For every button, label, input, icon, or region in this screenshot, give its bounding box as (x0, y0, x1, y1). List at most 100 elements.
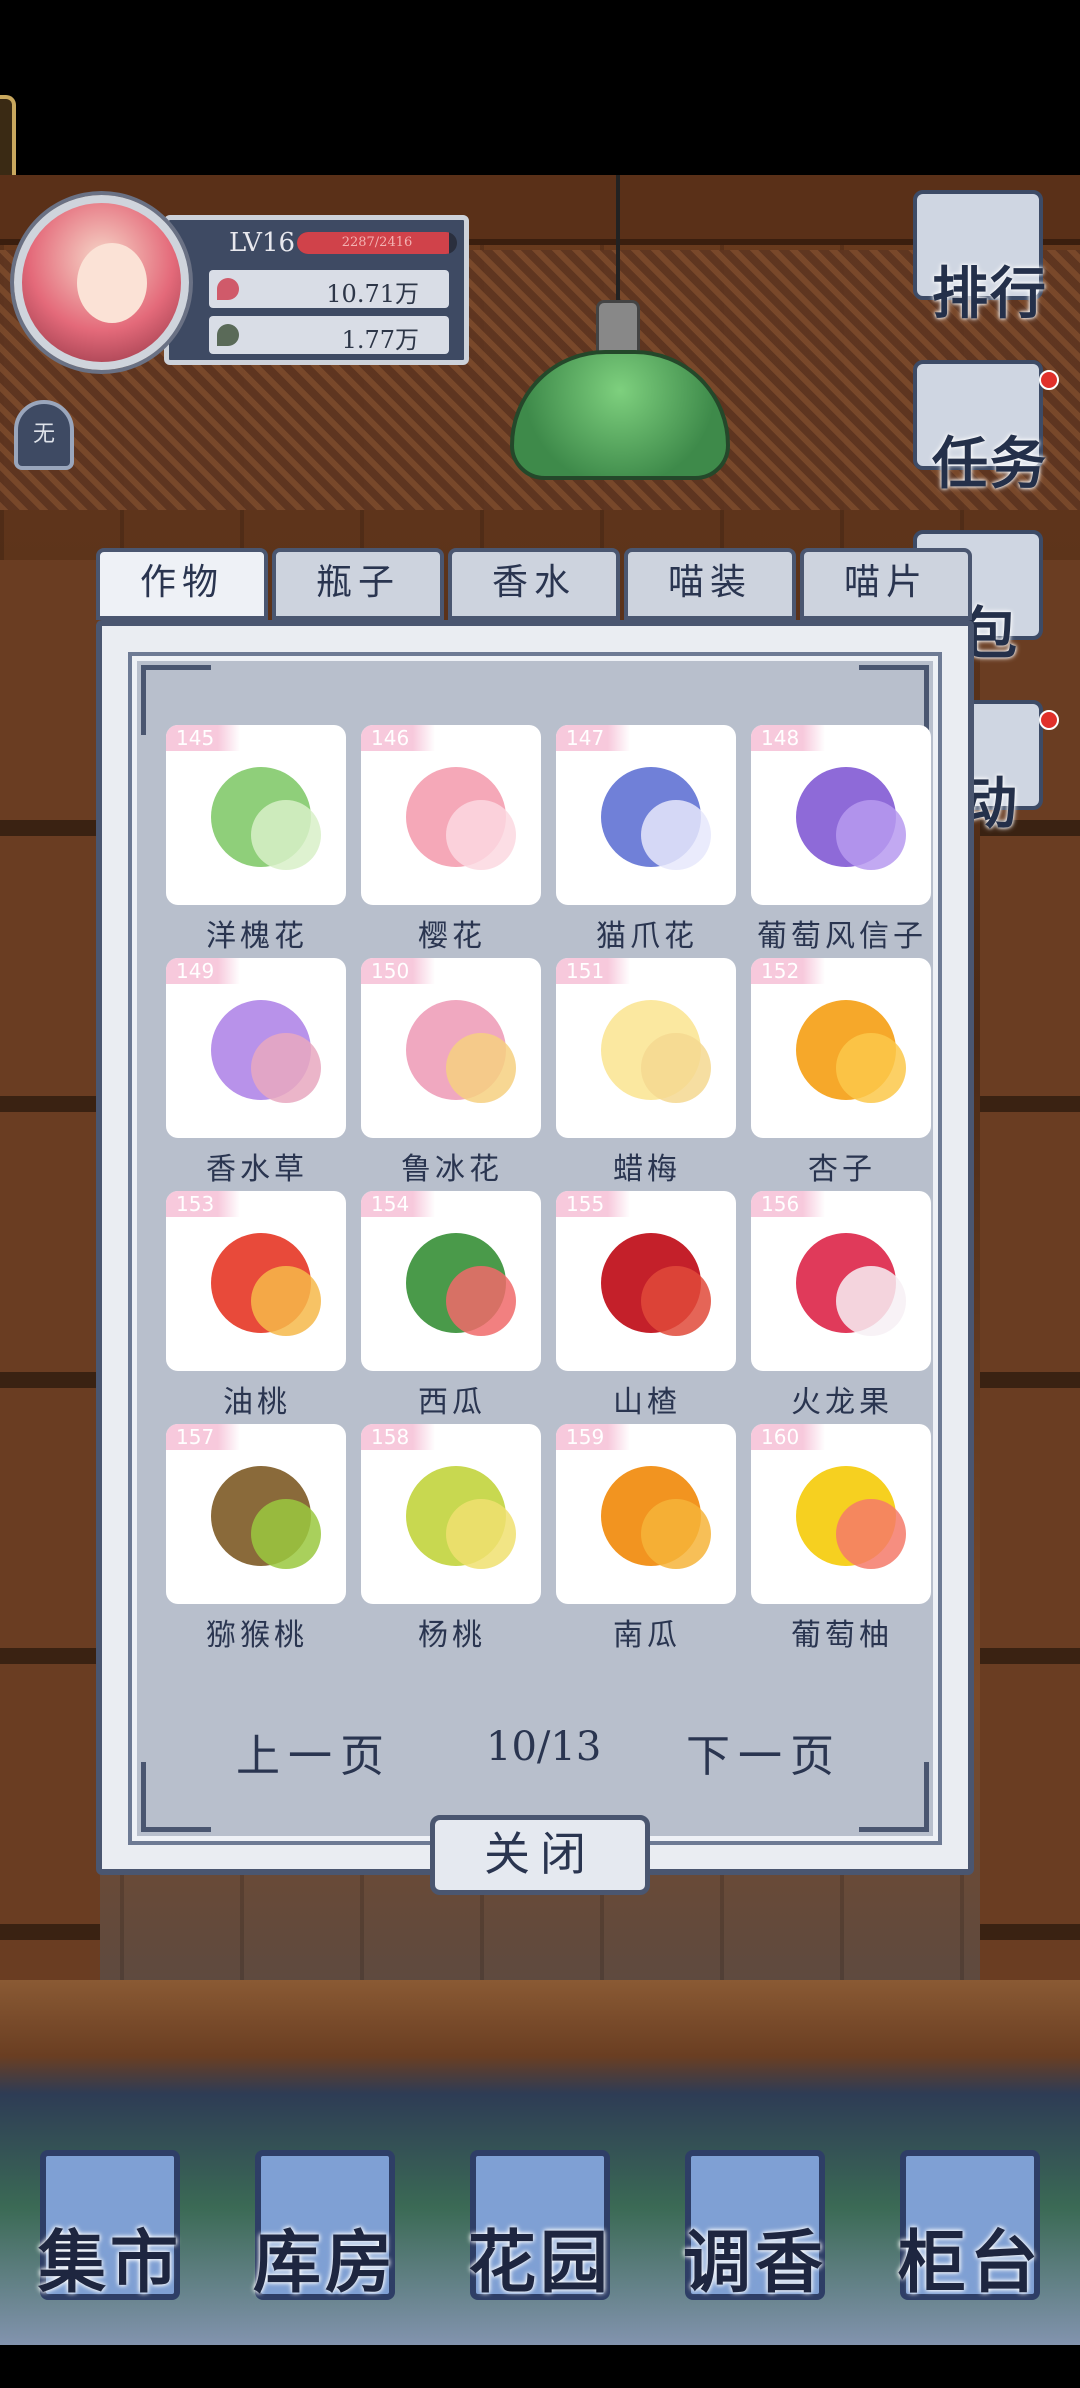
item-illustration-detail (251, 800, 321, 870)
nav-blend[interactable]: 调香 (665, 2140, 845, 2310)
nav-garden[interactable]: 花园 (450, 2140, 630, 2310)
codex-item[interactable]: 156 火龙果 (739, 1191, 935, 1423)
money-icon (217, 278, 239, 300)
task-label: 任务 (932, 431, 1048, 497)
nav-market[interactable]: 集市 (20, 2140, 200, 2310)
money-display: 10.71万 (209, 270, 449, 308)
item-illustration-detail (446, 1266, 516, 1336)
codex-item[interactable]: 148 葡萄风信子 (739, 725, 935, 957)
player-info-box: LV16 2287/2416 10.71万 1.77万 (164, 215, 469, 365)
tab-cat-outfits[interactable]: 喵装 (624, 548, 796, 620)
next-page-button[interactable]: 下一页 (686, 1720, 842, 1784)
item-number: 146 (361, 725, 435, 751)
item-name: 猕猴桃 (206, 1618, 308, 1653)
codex-item[interactable]: 157 猕猴桃 (154, 1424, 350, 1656)
codex-tabs: 作物 瓶子 香水 喵装 喵片 (96, 548, 976, 620)
codex-item[interactable]: 149 香水草 (154, 958, 350, 1190)
item-illustration-detail (836, 800, 906, 870)
item-card: 148 (751, 725, 931, 905)
item-illustration-detail (836, 1266, 906, 1336)
player-level: LV16 (229, 228, 296, 258)
item-number: 149 (166, 958, 240, 984)
ranking-button[interactable]: 排行 (905, 190, 1075, 330)
codex-item[interactable]: 154 西瓜 (349, 1191, 545, 1423)
item-illustration-detail (641, 1499, 711, 1569)
item-card: 147 (556, 725, 736, 905)
item-illustration-detail (836, 1499, 906, 1569)
codex-item[interactable]: 159 南瓜 (544, 1424, 740, 1656)
nav-warehouse-label: 库房 (252, 2223, 397, 2303)
item-name: 葡萄柚 (791, 1618, 893, 1653)
tab-cat-cards[interactable]: 喵片 (800, 548, 972, 620)
item-name: 西瓜 (418, 1385, 486, 1420)
tab-crops[interactable]: 作物 (96, 548, 268, 620)
item-number: 156 (751, 1191, 825, 1217)
close-button[interactable]: 关闭 (430, 1815, 650, 1895)
item-illustration-detail (641, 1033, 711, 1103)
item-card: 156 (751, 1191, 931, 1371)
item-card: 151 (556, 958, 736, 1138)
rank-badge[interactable]: 无 (14, 400, 74, 470)
nav-counter[interactable]: 柜台 (880, 2140, 1060, 2310)
pager: 上一页 10/13 下一页 (96, 1720, 974, 1790)
codex-item[interactable]: 152 杏子 (739, 958, 935, 1190)
codex-item[interactable]: 150 鲁冰花 (349, 958, 545, 1190)
item-card: 157 (166, 1424, 346, 1604)
item-number: 152 (751, 958, 825, 984)
codex-item[interactable]: 155 山楂 (544, 1191, 740, 1423)
item-name: 山楂 (613, 1385, 681, 1420)
item-number: 148 (751, 725, 825, 751)
player-panel: LV16 2287/2416 10.71万 1.77万 (14, 195, 474, 375)
item-number: 153 (166, 1191, 240, 1217)
codex-item[interactable]: 147 猫爪花 (544, 725, 740, 957)
item-name: 火龙果 (791, 1385, 893, 1420)
item-number: 158 (361, 1424, 435, 1450)
item-number: 155 (556, 1191, 630, 1217)
item-card: 155 (556, 1191, 736, 1371)
codex-item[interactable]: 146 樱花 (349, 725, 545, 957)
item-card: 159 (556, 1424, 736, 1604)
item-card: 146 (361, 725, 541, 905)
nav-market-label: 集市 (37, 2223, 182, 2303)
item-name: 樱花 (418, 919, 486, 954)
item-illustration-detail (641, 1266, 711, 1336)
item-illustration-detail (251, 1499, 321, 1569)
item-card: 152 (751, 958, 931, 1138)
codex-item[interactable]: 145 洋槐花 (154, 725, 350, 957)
item-card: 154 (361, 1191, 541, 1371)
bottom-bar (0, 2345, 1080, 2388)
item-name: 鲁冰花 (401, 1152, 503, 1187)
item-name: 香水草 (206, 1152, 308, 1187)
item-name: 洋槐花 (206, 919, 308, 954)
task-button[interactable]: 任务 (905, 360, 1075, 500)
item-number: 145 (166, 725, 240, 751)
lamp-cord (616, 175, 620, 305)
gem-value: 1.77万 (341, 326, 419, 354)
item-card: 160 (751, 1424, 931, 1604)
item-number: 160 (751, 1424, 825, 1450)
codex-item[interactable]: 158 杨桃 (349, 1424, 545, 1656)
item-name: 杏子 (808, 1152, 876, 1187)
codex-item[interactable]: 151 蜡梅 (544, 958, 740, 1190)
nav-warehouse[interactable]: 库房 (235, 2140, 415, 2310)
tab-perfume[interactable]: 香水 (448, 548, 620, 620)
item-illustration-detail (251, 1266, 321, 1336)
page-indicator: 10/13 (486, 1724, 602, 1770)
item-name: 油桃 (223, 1385, 291, 1420)
nav-garden-label: 花园 (467, 2223, 612, 2303)
item-illustration-detail (446, 1033, 516, 1103)
avatar[interactable] (14, 195, 189, 370)
prev-page-button[interactable]: 上一页 (236, 1720, 392, 1784)
codex-item[interactable]: 160 葡萄柚 (739, 1424, 935, 1656)
exp-bar: 2287/2416 (297, 232, 457, 254)
notification-dot (1039, 710, 1059, 730)
item-name: 葡萄风信子 (757, 919, 927, 954)
item-illustration-detail (251, 1033, 321, 1103)
item-name: 南瓜 (613, 1618, 681, 1653)
leaf-icon (217, 324, 239, 346)
tab-bottles[interactable]: 瓶子 (272, 548, 444, 620)
item-number: 157 (166, 1424, 240, 1450)
item-card: 158 (361, 1424, 541, 1604)
item-illustration-detail (446, 800, 516, 870)
codex-item[interactable]: 153 油桃 (154, 1191, 350, 1423)
